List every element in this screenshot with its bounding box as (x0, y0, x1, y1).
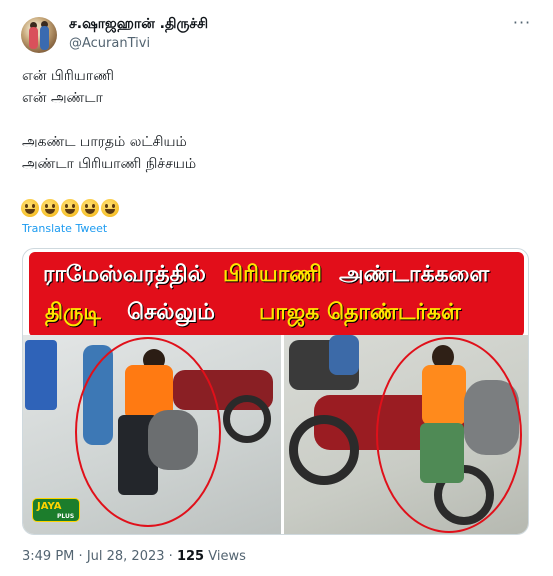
author-avatar[interactable] (21, 17, 57, 53)
caption-word: திருடி (45, 300, 101, 325)
bystander-figure (329, 335, 359, 375)
grinning-face-icon (61, 199, 79, 217)
motorcycle-wheel (223, 395, 271, 443)
tweet-meta: 3:49 PM · Jul 28, 2023 · 125 Views (22, 549, 246, 564)
cctv-frame-right (284, 335, 528, 534)
tweet-card: ச.ஷாஜஹான் .திருச்சி @AcuranTivi ··· என் … (0, 0, 553, 576)
author-display-name[interactable]: ச.ஷாஜஹான் .திருச்சி (69, 16, 208, 34)
tweet-text-line: என் பிரியாணி (22, 68, 114, 84)
motorcycle-wheel (289, 415, 359, 485)
tweet-time[interactable]: 3:49 PM (22, 549, 74, 564)
grinning-face-icon (41, 199, 59, 217)
translate-tweet-link[interactable]: Translate Tweet (22, 222, 107, 235)
tweet-media-image[interactable]: ராமேஸ்வரத்தில் பிரியாணி அண்டாக்களை திருட… (22, 248, 529, 535)
grinning-face-icon (81, 199, 99, 217)
meta-separator: · (78, 549, 83, 564)
author-handle[interactable]: @AcuranTivi (69, 36, 150, 51)
blue-chairs (25, 340, 57, 410)
highlight-circle (376, 337, 522, 533)
meta-separator: · (168, 549, 173, 564)
caption-word: செல்லும் (127, 300, 215, 325)
grinning-face-icon (101, 199, 119, 217)
tweet-text-line: அகண்ட பாரதம் லட்சியம் (22, 134, 187, 150)
news-caption-banner: ராமேஸ்வரத்தில் பிரியாணி அண்டாக்களை திருட… (29, 252, 524, 337)
tweet-text-line: அண்டா பிரியாணி நிச்சயம் (22, 156, 197, 172)
caption-word: அண்டாக்களை (339, 262, 490, 287)
cctv-frame-left: JAYA PLUS (23, 335, 281, 534)
avatar-figure-body (40, 26, 49, 50)
tweet-text-line: என் அண்டா (22, 90, 103, 106)
jaya-plus-logo: JAYA PLUS (32, 498, 80, 522)
caption-word: ராமேஸ்வரத்தில் (43, 262, 206, 287)
views-count: 125 (176, 549, 205, 564)
tweet-date[interactable]: Jul 28, 2023 (87, 549, 165, 564)
more-options-icon[interactable]: ··· (512, 15, 532, 36)
highlight-circle (75, 337, 221, 527)
caption-word: பாஜக தொண்டர்கள் (259, 300, 461, 325)
views-label: Views (208, 549, 246, 564)
grinning-face-icon (21, 199, 39, 217)
caption-word: பிரியாணி (223, 262, 322, 287)
emoji-row (21, 199, 119, 217)
avatar-figure-body (29, 27, 38, 49)
